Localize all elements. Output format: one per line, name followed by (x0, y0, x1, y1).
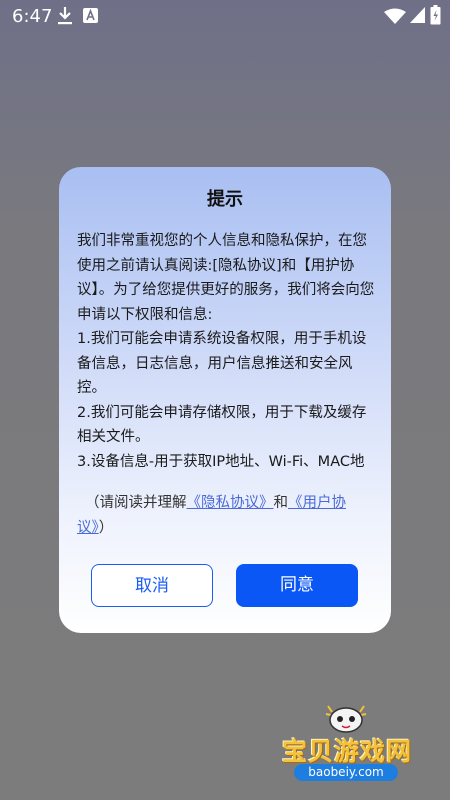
status-time: 6:47 (12, 6, 53, 27)
watermark-url: baobeiy.com (294, 764, 398, 781)
intro-paragraph: 我们非常重视您的个人信息和隐私保护，在您使用之前请认真阅读:[隐私协议]和【用护… (77, 233, 375, 323)
dialog-body: 我们非常重视您的个人信息和隐私保护，在您使用之前请认真阅读:[隐私协议]和【用护… (77, 229, 377, 474)
agree-button[interactable]: 同意 (236, 564, 358, 607)
privacy-dialog: 提示 我们非常重视您的个人信息和隐私保护，在您使用之前请认真阅读:[隐私协议]和… (59, 167, 391, 633)
permission-item-2: 2.我们可能会申请存储权限，用于下载及缓存相关文件。 (77, 404, 367, 446)
privacy-policy-link[interactable]: 《隐私协议》 (187, 495, 274, 511)
wifi-icon (384, 8, 406, 24)
signal-icon (410, 7, 425, 23)
site-watermark: 宝贝游戏网 baobeiy.com (272, 700, 422, 785)
download-icon (58, 7, 72, 25)
agreement-line: （请阅读并理解《隐私协议》和《用户协议》） (77, 491, 373, 540)
dialog-title: 提示 (207, 189, 243, 210)
gamepad-mascot-icon (325, 705, 367, 733)
permission-item-3: 3.设备信息-用于获取IP地址、Wi-Fi、MAC地 (77, 453, 365, 470)
agree-suffix: ） (98, 519, 114, 536)
battery-icon (430, 5, 441, 25)
app-notification-icon (83, 8, 98, 23)
status-bar: 6:47 (0, 0, 450, 32)
agree-and: 和 (273, 495, 289, 511)
agree-prefix: （请阅读并理解 (85, 495, 187, 511)
permission-item-1: 1.我们可能会申请系统设备权限，用于手机设备信息，日志信息，用户信息推送和安全风… (77, 331, 367, 396)
watermark-brand: 宝贝游戏网 (281, 737, 412, 766)
cancel-button[interactable]: 取消 (91, 564, 213, 607)
